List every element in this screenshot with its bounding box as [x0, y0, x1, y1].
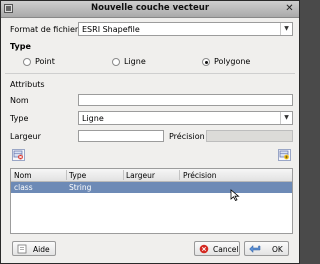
title-bar[interactable]: Nouvelle couche vecteur ✕: [1, 1, 299, 18]
cancel-button-label: Cancel: [213, 245, 239, 254]
close-icon[interactable]: ✕: [284, 3, 295, 14]
column-divider: [66, 170, 67, 180]
radio-polygon[interactable]: [202, 58, 210, 66]
file-format-value: ESRI Shapefile: [82, 25, 140, 34]
precision-label: Précision: [169, 132, 205, 141]
ok-button-label: OK: [272, 245, 283, 254]
file-format-select[interactable]: ESRI Shapefile ▼: [78, 22, 293, 36]
cell-nom: class: [14, 183, 33, 192]
window-title: Nouvelle couche vecteur: [90, 3, 210, 13]
column-header-precision[interactable]: Précision: [183, 171, 216, 180]
attr-type-select[interactable]: Ligne ▼: [78, 111, 293, 125]
width-input[interactable]: [78, 130, 164, 142]
ok-icon: [249, 244, 261, 254]
column-divider: [179, 170, 180, 180]
file-format-label: Format de fichier: [10, 25, 79, 34]
attr-type-label: Type: [10, 114, 29, 123]
remove-attribute-icon: [13, 150, 23, 160]
remove-attribute-button[interactable]: [12, 149, 25, 161]
help-button[interactable]: Aide: [12, 241, 56, 256]
table-row[interactable]: class String: [11, 182, 292, 193]
attributes-section-label: Attributs: [10, 80, 45, 89]
radio-line-label: Ligne: [124, 57, 146, 66]
cancel-button[interactable]: Cancel: [194, 241, 240, 256]
radio-point-label: Point: [35, 57, 55, 66]
name-label: Nom: [10, 96, 29, 105]
radio-line[interactable]: [112, 58, 120, 66]
new-vector-layer-dialog: Nouvelle couche vecteur ✕ Format de fich…: [0, 0, 300, 264]
column-header-type[interactable]: Type: [69, 171, 86, 180]
attribute-table[interactable]: Nom Type Largeur Précision class String: [10, 168, 293, 234]
width-label: Largeur: [10, 132, 41, 141]
add-attribute-icon: [279, 150, 289, 160]
name-input[interactable]: [78, 94, 293, 106]
radio-point[interactable]: [23, 58, 31, 66]
cancel-icon: [199, 244, 209, 254]
type-group-label: Type: [10, 42, 31, 51]
help-button-label: Aide: [33, 245, 50, 254]
chevron-down-icon: ▼: [280, 23, 292, 35]
divider: [5, 73, 295, 74]
help-icon: [17, 244, 27, 254]
radio-polygon-label: Polygone: [214, 57, 251, 66]
table-header: Nom Type Largeur Précision: [11, 169, 292, 182]
column-header-nom[interactable]: Nom: [14, 171, 32, 180]
ok-button[interactable]: OK: [244, 241, 289, 256]
chevron-down-icon: ▼: [280, 112, 292, 124]
mouse-cursor-icon: [230, 189, 240, 202]
column-header-largeur[interactable]: Largeur: [126, 171, 155, 180]
cell-type: String: [69, 183, 92, 192]
attr-type-value: Ligne: [82, 114, 104, 123]
precision-input[interactable]: [206, 130, 293, 142]
column-divider: [123, 170, 124, 180]
add-attribute-button[interactable]: [278, 149, 291, 161]
